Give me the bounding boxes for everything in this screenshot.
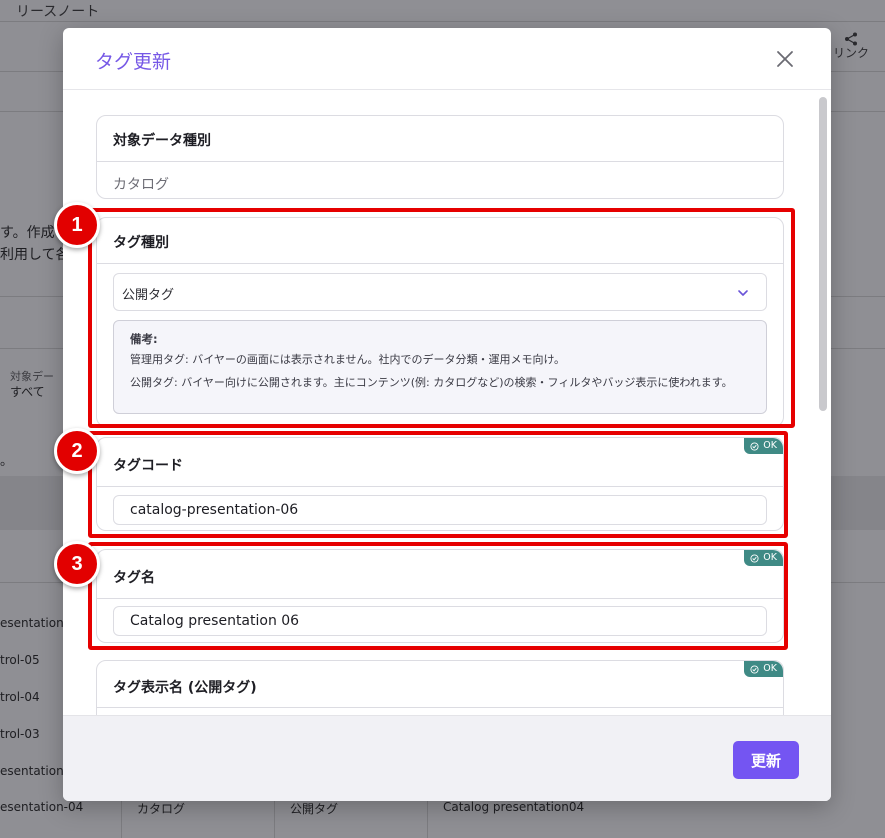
bg-table-row: trol-03: [0, 727, 40, 741]
share-icon: [844, 32, 857, 46]
ok-badge-text: OK: [763, 663, 777, 674]
bg-cell-data-type: カタログ: [137, 802, 186, 816]
modal-footer: 更新: [63, 715, 831, 801]
bg-topbar: リースノート: [0, 0, 885, 22]
modal-scrollbar[interactable]: [818, 95, 828, 715]
bg-note: 。: [0, 454, 14, 469]
bg-desc-line: 利用して各: [0, 247, 70, 263]
modal-title: タグ更新: [95, 51, 172, 73]
callout-number-3: 3: [54, 541, 100, 587]
card-divider: [97, 161, 783, 162]
display-name-label: タグ表示名 (公開タグ): [113, 680, 257, 696]
close-icon: [777, 51, 793, 67]
close-button[interactable]: [775, 49, 795, 69]
bg-share-link: リンク: [833, 32, 869, 60]
update-button[interactable]: 更新: [733, 741, 799, 779]
check-circle-icon: [750, 664, 759, 674]
modal-header: タグ更新: [63, 28, 831, 90]
bg-table-row: trol-04: [0, 690, 40, 704]
ok-badge: OK: [744, 661, 783, 677]
callout-box-1: [88, 208, 795, 428]
bg-cell-code: esentation-04: [0, 800, 84, 814]
bg-cell-tag-type: 公開タグ: [290, 802, 339, 816]
bg-filter-value: すべて: [10, 385, 45, 399]
card-divider: [97, 707, 783, 708]
bg-filter-label: 対象デー: [10, 370, 54, 383]
callout-box-3: [88, 542, 788, 650]
bg-share-label: リンク: [832, 46, 869, 60]
callout-number-2: 2: [54, 428, 100, 474]
bg-cell-name: Catalog presentation04: [443, 800, 585, 814]
scrollbar-thumb[interactable]: [819, 97, 827, 411]
callout-box-2: [88, 431, 788, 538]
display-name-card: OK タグ表示名 (公開タグ): [96, 660, 784, 715]
data-type-label: 対象データ種別: [113, 133, 211, 149]
bg-topbar-text: リースノート: [16, 4, 100, 20]
callout-number-1: 1: [54, 202, 100, 248]
bg-table-row: trol-05: [0, 653, 40, 667]
data-type-card: 対象データ種別 カタログ: [96, 115, 784, 199]
data-type-value: カタログ: [113, 177, 169, 193]
